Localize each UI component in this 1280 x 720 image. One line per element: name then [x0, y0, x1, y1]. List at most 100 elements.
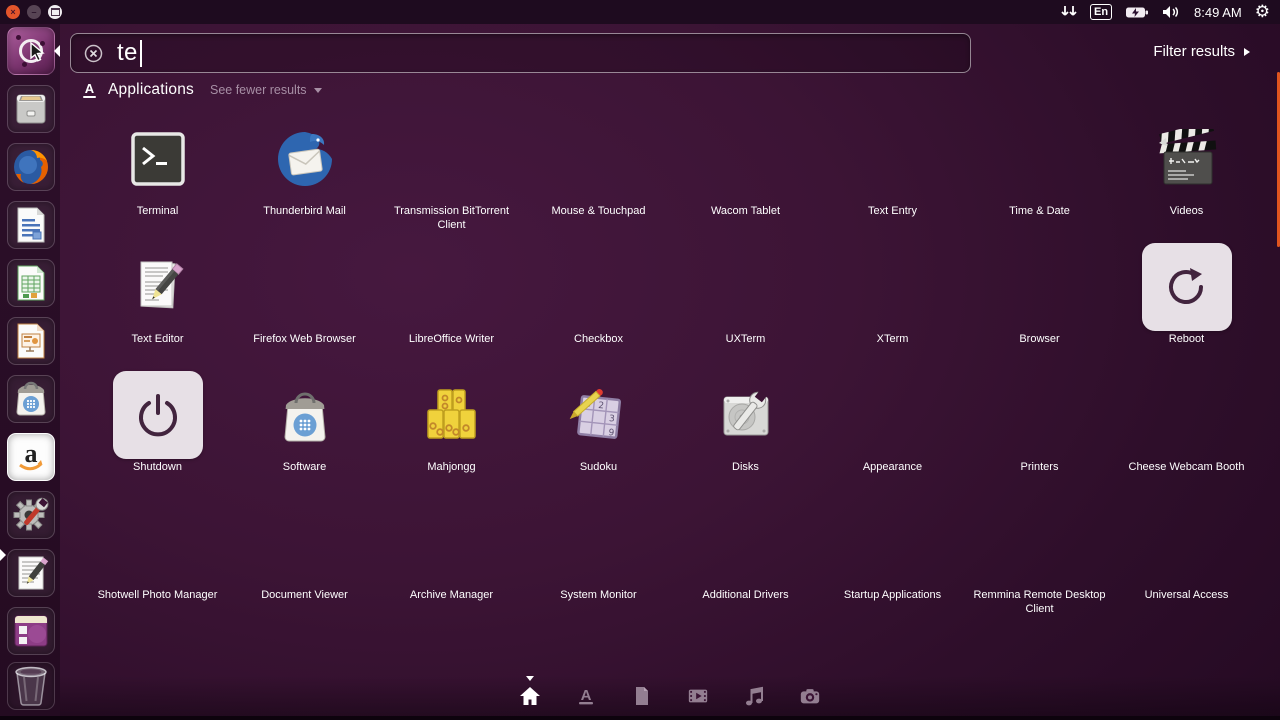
- app-label: Wacom Tablet: [710, 205, 781, 217]
- app-disks[interactable]: Disks: [672, 372, 819, 500]
- app-wacom-tablet[interactable]: Wacom Tablet: [672, 116, 819, 244]
- circle-x-icon[interactable]: [84, 44, 103, 63]
- app-videos[interactable]: Videos: [1113, 116, 1260, 244]
- app-label: Cheese Webcam Booth: [1128, 461, 1245, 473]
- music-note-icon: [746, 686, 763, 706]
- app-libreoffice-writer[interactable]: LibreOffice Writer: [378, 244, 525, 372]
- clock[interactable]: 8:49 AM: [1194, 5, 1242, 20]
- app-label: Startup Applications: [843, 589, 942, 601]
- maximize-button-icon[interactable]: [48, 5, 62, 19]
- app-startup-applications[interactable]: Startup Applications: [819, 500, 966, 628]
- battery-charging-icon[interactable]: [1125, 6, 1149, 19]
- minimize-button-icon[interactable]: –: [27, 5, 41, 19]
- terminal-window-icon[interactable]: [7, 607, 55, 655]
- app-checkbox[interactable]: Checkbox: [525, 244, 672, 372]
- app-label: Shutdown: [133, 461, 182, 473]
- volume-icon[interactable]: [1162, 5, 1181, 19]
- app-sudoku[interactable]: 5239 Sudoku: [525, 372, 672, 500]
- app-terminal[interactable]: Terminal: [84, 116, 231, 244]
- app-thunderbird-mail[interactable]: Thunderbird Mail: [231, 116, 378, 244]
- videos-lens[interactable]: [687, 685, 709, 707]
- app-text-entry[interactable]: Text Entry: [819, 116, 966, 244]
- app-reboot[interactable]: Reboot: [1113, 243, 1260, 372]
- app-label: Time & Date: [1009, 205, 1070, 217]
- running-app-arrow-icon: [0, 549, 6, 561]
- session-gear-icon[interactable]: ⚙: [1255, 3, 1270, 21]
- expand-right-icon: [1244, 47, 1250, 56]
- app-universal-access[interactable]: Universal Access: [1113, 500, 1260, 628]
- shutdown-tile[interactable]: [112, 371, 203, 459]
- app-label: Reboot: [1168, 333, 1205, 345]
- dash-search-bar[interactable]: te: [70, 33, 971, 73]
- app-firefox-web-browser[interactable]: Firefox Web Browser: [231, 244, 378, 372]
- app-label: Videos: [1169, 205, 1204, 217]
- sudoku-grid-icon: 5239: [569, 372, 629, 458]
- see-fewer-results-label: See fewer results: [209, 83, 307, 97]
- app-text-editor[interactable]: Text Editor: [84, 244, 231, 372]
- system-settings-icon[interactable]: [7, 491, 55, 539]
- app-browser[interactable]: Browser: [966, 244, 1113, 372]
- app-printers[interactable]: Printers: [966, 372, 1113, 500]
- app-label: Text Entry: [868, 205, 917, 217]
- files-lens[interactable]: [631, 685, 653, 707]
- see-fewer-results-toggle[interactable]: See fewer results: [210, 83, 322, 97]
- app-system-monitor[interactable]: System Monitor: [525, 500, 672, 628]
- filter-results-button[interactable]: Filter results: [1153, 43, 1250, 60]
- home-lens[interactable]: [519, 676, 541, 707]
- photos-lens[interactable]: [799, 685, 821, 707]
- app-shotwell-photo-manager[interactable]: Shotwell Photo Manager: [84, 500, 231, 628]
- software-bag-icon: [276, 372, 334, 458]
- app-label: Shotwell Photo Manager: [97, 589, 218, 601]
- app-software[interactable]: Software: [231, 372, 378, 500]
- app-label: Firefox Web Browser: [253, 333, 356, 345]
- app-cheese-webcam-booth[interactable]: Cheese Webcam Booth: [1113, 372, 1260, 500]
- app-uxterm[interactable]: UXTerm: [672, 244, 819, 372]
- video-icon: [688, 689, 708, 703]
- keyboard-layout-indicator[interactable]: En: [1089, 4, 1113, 20]
- screen-bottom-edge: [0, 716, 1280, 720]
- music-lens[interactable]: [743, 685, 765, 707]
- libreoffice-calc-icon[interactable]: [7, 259, 55, 307]
- app-label: Thunderbird Mail: [263, 205, 346, 217]
- unity-launcher: a: [0, 24, 60, 720]
- filter-results-label: Filter results: [1153, 43, 1235, 60]
- focused-app-arrow-icon: [54, 45, 60, 57]
- app-label: Text Editor: [131, 333, 184, 345]
- app-label: Disks: [732, 461, 759, 473]
- reboot-tile[interactable]: [1141, 243, 1232, 331]
- app-shutdown[interactable]: Shutdown: [84, 371, 231, 500]
- files-icon[interactable]: [7, 85, 55, 133]
- app-label: System Monitor: [560, 589, 637, 601]
- libreoffice-writer-icon[interactable]: [7, 201, 55, 249]
- firefox-icon[interactable]: [7, 143, 55, 191]
- active-lens-caret-icon: [526, 676, 534, 681]
- system-tray: En 8:49 AM ⚙: [1061, 3, 1280, 21]
- power-icon: [138, 394, 177, 437]
- dash-home-button[interactable]: [7, 27, 55, 75]
- app-document-viewer[interactable]: Document Viewer: [231, 500, 378, 628]
- app-remmina-remote-desktop-client[interactable]: Remmina Remote Desktop Client: [966, 500, 1113, 628]
- app-time-date[interactable]: Time & Date: [966, 116, 1113, 244]
- libreoffice-impress-icon[interactable]: [7, 317, 55, 365]
- close-button-icon[interactable]: ×: [6, 5, 20, 19]
- window-controls: × –: [0, 5, 62, 19]
- amazon-icon[interactable]: a: [7, 433, 55, 481]
- text-editor-icon[interactable]: [7, 549, 55, 597]
- app-mouse-touchpad[interactable]: Mouse & Touchpad: [525, 116, 672, 244]
- app-label: Software: [282, 461, 327, 473]
- app-label: Mouse & Touchpad: [551, 205, 646, 217]
- trash-icon[interactable]: [7, 662, 55, 710]
- app-additional-drivers[interactable]: Additional Drivers: [672, 500, 819, 628]
- home-icon: [520, 687, 540, 705]
- app-archive-manager[interactable]: Archive Manager: [378, 500, 525, 628]
- lens-bar: A: [60, 676, 1280, 716]
- applications-lens[interactable]: A: [575, 685, 597, 707]
- app-label: Sudoku: [579, 461, 618, 473]
- app-appearance[interactable]: Appearance: [819, 372, 966, 500]
- app-mahjongg[interactable]: Mahjongg: [378, 372, 525, 500]
- ubuntu-software-icon[interactable]: [7, 375, 55, 423]
- network-transfer-arrows-icon[interactable]: [1061, 5, 1077, 19]
- app-transmission[interactable]: Transmission BitTorrent Client: [378, 116, 525, 244]
- app-xterm[interactable]: XTerm: [819, 244, 966, 372]
- reboot-arrow-icon: [1168, 268, 1203, 304]
